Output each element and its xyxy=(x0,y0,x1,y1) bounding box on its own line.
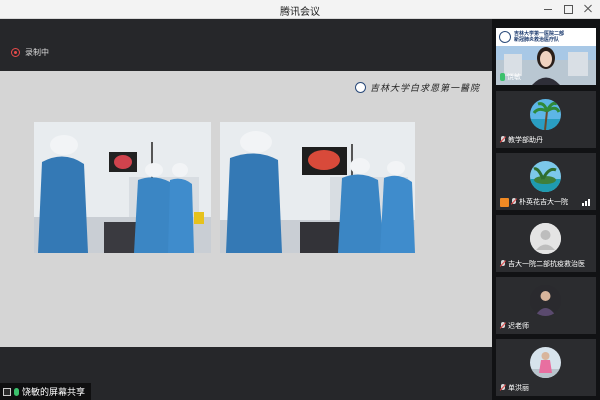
hospital-seal-icon xyxy=(354,82,366,93)
participant-name: 单洪丽 xyxy=(508,384,529,392)
recording-label: 录制中 xyxy=(25,48,49,57)
close-button[interactable] xyxy=(580,2,596,16)
window-controls xyxy=(540,2,596,16)
screen-share-icon xyxy=(3,387,11,396)
title-bar: 腾讯会议 xyxy=(0,0,600,19)
mic-muted-icon xyxy=(500,136,506,144)
person-photo-outdoor-avatar xyxy=(530,347,561,378)
mic-muted-icon xyxy=(500,260,506,268)
participant-name-row: 吉大一院二部抗疫救治医 xyxy=(500,259,585,269)
participant-banner: 吉林大学第一医院二部 新冠肺炎救治医疗队 xyxy=(496,28,596,46)
participant-name: 教学部助丹 xyxy=(508,136,543,144)
mic-muted-icon xyxy=(511,198,517,206)
participant-name-row: 饶敏 xyxy=(500,72,521,82)
banner-line-2: 新冠肺炎救治医疗队 xyxy=(514,37,560,43)
minimize-button[interactable] xyxy=(540,2,556,16)
participant-tile-5[interactable]: 迟老师 xyxy=(496,277,596,334)
endoscopy-photo-left xyxy=(34,122,211,253)
mic-muted-icon xyxy=(500,322,506,330)
palm-tree-avatar xyxy=(530,99,561,130)
mic-muted-icon xyxy=(500,384,506,392)
window-title: 腾讯会议 xyxy=(280,7,320,18)
participant-name: 迟老师 xyxy=(508,322,529,330)
university-logo-icon xyxy=(499,31,511,43)
slide-logo: 吉林大学白求恩第一醫院 xyxy=(354,81,480,94)
default-user-avatar xyxy=(530,223,561,254)
slide-logo-text: 吉林大学白求恩第一醫院 xyxy=(369,84,480,94)
participant-tile-1[interactable]: 吉林大学第一医院二部 新冠肺炎救治医疗队 饶敏 xyxy=(496,28,596,85)
maximize-button[interactable] xyxy=(560,2,576,16)
participant-name-row: 教学部助丹 xyxy=(500,135,543,145)
screen-share-label: 饶敏的屏幕共享 xyxy=(22,388,86,398)
endoscopy-photo-right xyxy=(220,122,415,253)
participant-panel: 吉林大学第一医院二部 新冠肺炎救治医疗队 饶敏 教学部助丹 朴英花吉大一院 吉大… xyxy=(492,19,600,400)
mic-on-icon xyxy=(14,387,19,396)
recording-bar: 录制中 xyxy=(0,19,492,71)
participant-name-row: 迟老师 xyxy=(500,321,529,331)
presentation-slide: 吉林大学白求恩第一醫院 xyxy=(0,71,492,347)
participant-tile-4[interactable]: 吉大一院二部抗疫救治医 xyxy=(496,215,596,272)
screen-share-status[interactable]: 饶敏的屏幕共享 xyxy=(0,383,92,400)
participant-name: 饶敏 xyxy=(507,73,521,81)
mic-on-icon xyxy=(500,73,505,81)
user-icon xyxy=(500,197,509,207)
shared-screen-area: 录制中 吉林大学白求恩第一醫院 xyxy=(0,19,492,400)
record-icon xyxy=(11,48,20,57)
participant-name: 朴英花吉大一院 xyxy=(519,198,568,206)
tropical-island-avatar xyxy=(530,161,561,192)
participant-tile-3[interactable]: 朴英花吉大一院 xyxy=(496,153,596,210)
participant-name: 吉大一院二部抗疫救治医 xyxy=(508,260,585,268)
participant-tile-2[interactable]: 教学部助丹 xyxy=(496,91,596,148)
person-photo-avatar xyxy=(530,285,561,316)
signal-strength-icon xyxy=(582,199,590,206)
recording-indicator[interactable]: 录制中 xyxy=(11,47,49,58)
participant-tile-6[interactable]: 单洪丽 xyxy=(496,339,596,396)
participant-name-row: 单洪丽 xyxy=(500,383,529,393)
participant-name-row: 朴英花吉大一院 xyxy=(500,197,568,207)
